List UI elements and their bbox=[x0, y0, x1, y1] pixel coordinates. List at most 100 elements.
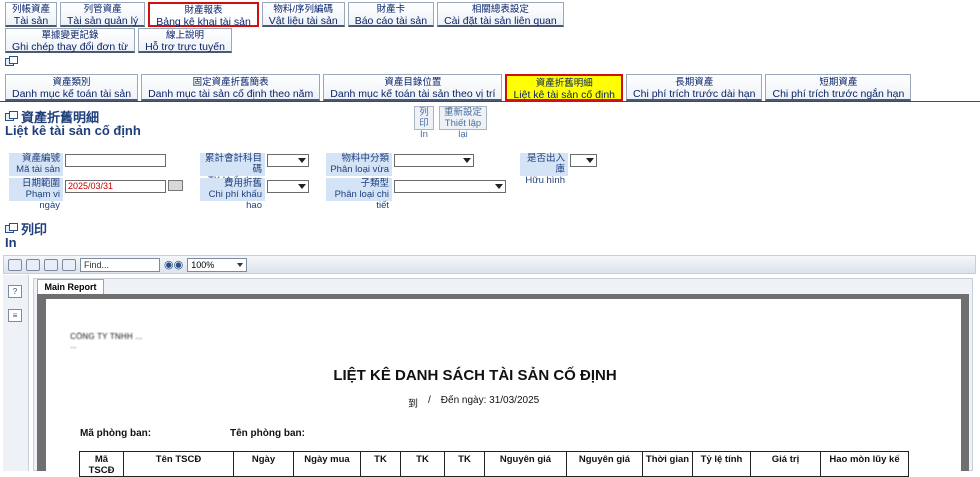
tab-managed-assets[interactable]: 列管資產 Tài sản quản lý bbox=[60, 2, 146, 27]
tab-label: Tài sản bbox=[13, 14, 49, 27]
sub-tabs: 資產類別 Danh mục kế toán tài sản 固定資產折舊簡表 Dan… bbox=[5, 74, 912, 101]
find-input[interactable]: Find... bbox=[80, 257, 160, 272]
tree-icon[interactable]: ≡ bbox=[8, 309, 22, 322]
label-vi: Mã tài sản bbox=[16, 164, 60, 175]
subtab-fixed-asset-list[interactable]: 資產折舊明細 Liệt kê tài sản cố định bbox=[505, 74, 624, 101]
in-stock-label: 是否出入庫 Hữu hình bbox=[520, 153, 568, 186]
link-icon[interactable] bbox=[5, 56, 18, 68]
divider bbox=[0, 101, 980, 102]
label-zh: 累計會計科目碼 bbox=[204, 153, 262, 175]
subtab-short-term-prepaid[interactable]: 短期資產 Chi phí trích trước ngắn hạn bbox=[765, 74, 912, 101]
label-zh: 是否出入庫 bbox=[526, 153, 565, 175]
tab-label: Liệt kê tài sản cố định bbox=[513, 88, 616, 101]
label-vi: Chi phí khấu hao bbox=[208, 189, 262, 211]
tab-assets[interactable]: 列帳資產 Tài sản bbox=[5, 2, 58, 27]
label-vi: Phân loại vừa bbox=[330, 164, 389, 175]
tab-material-codes[interactable]: 物料/序列編碼 Vật liệu tài sản bbox=[261, 2, 345, 27]
reset-button[interactable]: 重新設定 Thiết lập lại bbox=[439, 106, 487, 140]
main-tabs: 列帳資產 Tài sản 列管資產 Tài sản quản lý 財產報表 Bảng… bbox=[5, 2, 564, 27]
table-header-cell: Nguyên giá bbox=[484, 451, 567, 477]
tab-settings[interactable]: 相關總表設定 Cài đặt tài sản liên quan bbox=[437, 2, 564, 27]
zoom-select[interactable]: 100% bbox=[187, 257, 248, 272]
date-range-input[interactable]: 2025/03/31 bbox=[65, 180, 166, 193]
table-header-row: Mã TSCĐ Tên TSCĐ Ngày Ngày mua TK TK TK … bbox=[79, 451, 909, 477]
tab-change-log[interactable]: 單據變更記錄 Ghi chép thay đổi đơn từ bbox=[5, 28, 136, 53]
tab-label-zh: 資產目錄位置 bbox=[384, 77, 442, 88]
report-table: Mã TSCĐ Tên TSCĐ Ngày Ngày mua TK TK TK … bbox=[79, 451, 909, 477]
company-line-2: ... bbox=[70, 341, 77, 350]
tab-label-zh: 財產報表 bbox=[184, 5, 223, 16]
tab-asset-reports[interactable]: 財產報表 Bảng kê khai tài sản bbox=[148, 2, 259, 27]
tab-label: Bảng kê khai tài sản bbox=[156, 15, 251, 28]
up-icon[interactable] bbox=[44, 258, 58, 271]
tab-label-zh: 固定資產折舊簡表 bbox=[192, 77, 269, 88]
table-header-cell: Hao mòn lũy kế bbox=[820, 451, 909, 477]
date-to: Đến ngày: 31/03/2025 bbox=[441, 395, 539, 410]
print-section-zh-text: 列印 bbox=[21, 222, 48, 237]
tab-label-zh: 列管資產 bbox=[83, 4, 122, 15]
side-panel: ? ≡ bbox=[3, 275, 29, 471]
dept-name-label: Tên phòng ban: bbox=[230, 428, 305, 439]
table-header-cell: Nguyên giá bbox=[566, 451, 643, 477]
report-toolbar: Find... ◉◉ 100% bbox=[3, 255, 976, 274]
export-icon[interactable] bbox=[62, 258, 76, 271]
tab-label: Ghi chép thay đổi đơn từ bbox=[12, 40, 129, 53]
main-tabs-row2: 單據變更記錄 Ghi chép thay đổi đơn từ 線上說明 Hỗ tr… bbox=[5, 28, 232, 53]
report-title: LIỆT KÊ DANH SÁCH TÀI SẢN CỐ ĐỊNH bbox=[333, 367, 617, 384]
asset-code-label: 資產編號 Mã tài sản bbox=[9, 153, 63, 176]
main-report-tab[interactable]: Main Report bbox=[37, 279, 104, 294]
depr-account-select[interactable] bbox=[267, 154, 309, 167]
in-stock-select[interactable] bbox=[570, 154, 597, 167]
asset-code-input[interactable] bbox=[65, 154, 166, 167]
print-section-title: In bbox=[5, 235, 17, 250]
table-header-cell: TK bbox=[444, 451, 485, 477]
table-header-cell: Ngày mua bbox=[293, 451, 361, 477]
tab-label: Hỗ trợ trực tuyến bbox=[145, 40, 225, 53]
table-header-cell: TK bbox=[400, 451, 445, 477]
tab-label: Tài sản quản lý bbox=[67, 14, 139, 27]
page-title: Liệt kê tài sản cố định bbox=[5, 123, 141, 138]
tab-online-help[interactable]: 線上說明 Hỗ trợ trực tuyến bbox=[138, 28, 232, 53]
tab-asset-card[interactable]: 財產卡 Báo cáo tài sản bbox=[347, 2, 435, 27]
sub-category-select[interactable] bbox=[394, 180, 506, 193]
print-button-label: In bbox=[420, 129, 428, 140]
tab-label-zh: 單據變更記錄 bbox=[41, 30, 99, 41]
help-icon[interactable]: ? bbox=[8, 285, 22, 298]
table-header-cell: Ngày bbox=[233, 451, 294, 477]
company-info: CÔNG TY TNHH ... ... bbox=[70, 332, 500, 354]
label-zh: 子類型 bbox=[360, 178, 389, 189]
table-header-cell: Tỷ lệ tính bbox=[692, 451, 751, 477]
subtab-fixed-asset-yearly[interactable]: 固定資產折舊簡表 Danh mục tài sản cố định theo nă… bbox=[141, 74, 321, 101]
link-icon bbox=[5, 110, 18, 121]
refresh-icon[interactable] bbox=[26, 258, 40, 271]
subtab-long-term-prepaid[interactable]: 長期資產 Chi phí trích trước dài hạn bbox=[626, 74, 763, 101]
print-button-zh: 列印 bbox=[419, 107, 429, 129]
tab-label: Chi phí trích trước dài hạn bbox=[633, 87, 756, 100]
table-header-cell: Tên TSCĐ bbox=[123, 451, 234, 477]
subtab-asset-category[interactable]: 資產類別 Danh mục kế toán tài sản bbox=[5, 74, 139, 101]
print-button[interactable]: 列印 In bbox=[414, 106, 434, 140]
date-separator: / bbox=[428, 395, 431, 406]
sub-category-label: 子類型 Phân loại chi tiết bbox=[326, 178, 392, 211]
report-date-range: 到 / Đến ngày: 31/03/2025 bbox=[408, 395, 539, 410]
tab-label: Danh mục kế toán tài sản theo vị trí bbox=[330, 87, 496, 100]
calendar-icon[interactable] bbox=[168, 180, 183, 191]
binoculars-icon[interactable]: ◉◉ bbox=[164, 258, 183, 271]
print-icon[interactable] bbox=[8, 258, 22, 271]
tab-label: Báo cáo tài sản bbox=[354, 14, 428, 27]
label-zh: 物料中分類 bbox=[341, 153, 389, 164]
depr-account-label: 累計會計科目碼 TK khấu hao bbox=[200, 153, 265, 186]
reset-button-label: Thiết lập lại bbox=[444, 118, 482, 140]
link-icon bbox=[5, 222, 18, 233]
tab-label-zh: 財產卡 bbox=[376, 4, 406, 15]
subtab-asset-location[interactable]: 資產目錄位置 Danh mục kế toán tài sản theo vị t… bbox=[323, 74, 503, 101]
tab-label-zh: 短期資產 bbox=[819, 77, 858, 88]
tab-label-zh: 物料/序列編碼 bbox=[273, 4, 334, 15]
label-vi: Phạm vi ngày bbox=[25, 189, 60, 211]
mid-category-select[interactable] bbox=[394, 154, 474, 167]
date-range-label: 日期範圍 Phạm vi ngày bbox=[9, 178, 63, 211]
depr-expense-label: 費用折舊 Chi phí khấu hao bbox=[200, 178, 265, 211]
depr-expense-select[interactable] bbox=[267, 180, 309, 193]
tab-label: Danh mục kế toán tài sản bbox=[12, 87, 132, 100]
tab-label-zh: 資產類別 bbox=[52, 77, 91, 88]
